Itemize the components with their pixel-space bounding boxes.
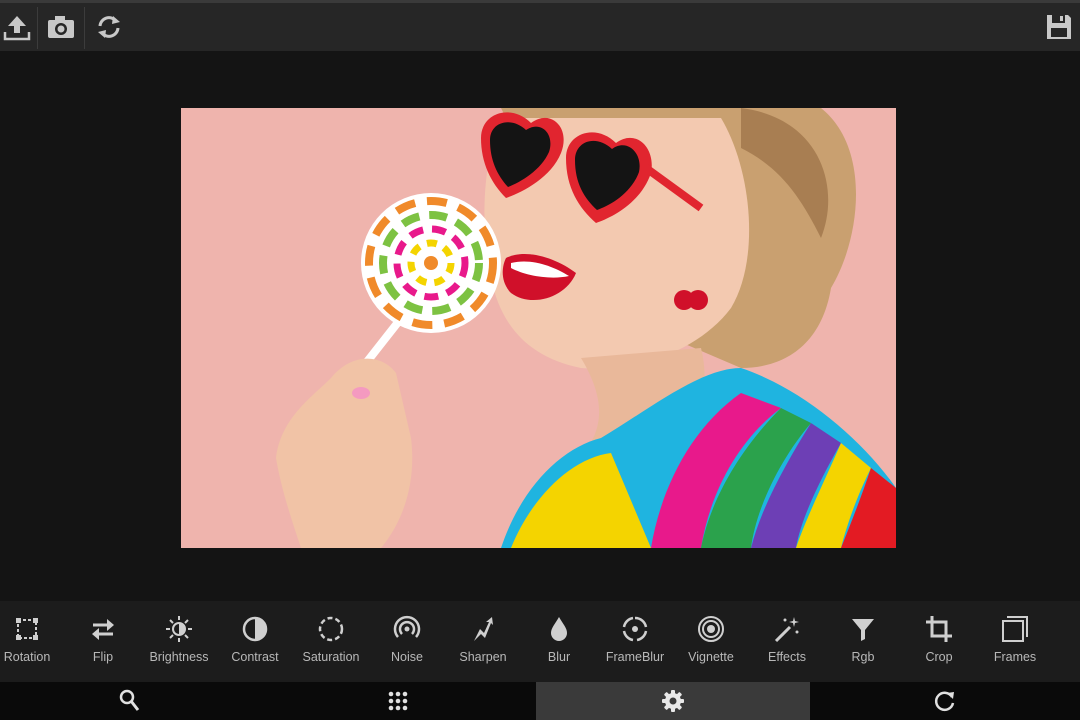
grid-icon [388, 691, 408, 711]
rgb-icon [852, 619, 874, 641]
nav-grid[interactable] [260, 682, 536, 720]
contrast-icon [242, 616, 268, 642]
tool-flip[interactable]: Flip [65, 601, 141, 682]
bottom-nav [0, 682, 1080, 720]
tool-brightness[interactable]: Brightness [141, 601, 217, 682]
refresh-button[interactable] [86, 3, 132, 51]
tool-label: Flip [92, 650, 114, 664]
flip-icon [92, 619, 114, 640]
upload-icon [3, 16, 31, 41]
camera-button[interactable] [38, 3, 84, 51]
tool-label: Te [1047, 650, 1080, 664]
noise-icon [393, 615, 421, 638]
search-icon [119, 689, 140, 711]
edited-photo[interactable] [181, 108, 896, 548]
top-toolbar [0, 0, 1080, 51]
effects-icon [774, 617, 799, 643]
vignette-icon [698, 616, 724, 642]
sharpen-icon [474, 617, 493, 641]
tool-blur[interactable]: Blur [521, 601, 597, 682]
tool-label: Contrast [231, 650, 279, 664]
tool-rotation[interactable]: Rotation [0, 601, 65, 682]
tool-label: Vignette [688, 650, 734, 664]
tool-text[interactable]: Te [1053, 601, 1080, 682]
tool-sharpen[interactable]: Sharpen [445, 601, 521, 682]
tool-strip: Rotation Flip Brightness Contrast Satura… [0, 601, 1080, 682]
nav-settings[interactable] [536, 682, 810, 720]
tool-frameblur[interactable]: FrameBlur [597, 601, 673, 682]
camera-icon [48, 16, 74, 38]
tool-label: Effects [768, 650, 806, 664]
tool-saturation[interactable]: Saturation [293, 601, 369, 682]
settings-icon [662, 690, 684, 712]
tool-vignette[interactable]: Vignette [673, 601, 749, 682]
tool-label: Brightness [149, 650, 209, 664]
frames-icon [1002, 616, 1028, 642]
blur-icon [551, 617, 567, 641]
save-icon [1047, 15, 1071, 39]
tool-label: Blur [547, 650, 571, 664]
nav-rotate[interactable] [810, 682, 1080, 720]
nav-search[interactable] [0, 682, 260, 720]
tool-label: Saturation [302, 650, 360, 664]
refresh-icon [98, 16, 120, 38]
tool-crop[interactable]: Crop [901, 601, 977, 682]
tool-contrast[interactable]: Contrast [217, 601, 293, 682]
photo-illustration [181, 108, 896, 548]
tool-label: Crop [925, 650, 953, 664]
tool-noise[interactable]: Noise [369, 601, 445, 682]
crop-icon [926, 616, 952, 642]
tool-label: Sharpen [459, 650, 507, 664]
saturation-icon [318, 616, 344, 642]
brightness-icon [166, 616, 192, 642]
tool-label: FrameBlur [605, 650, 665, 664]
tool-frames[interactable]: Frames [977, 601, 1053, 682]
frameblur-icon [622, 616, 648, 642]
tool-label: Noise [391, 650, 423, 664]
tool-rgb[interactable]: Rgb [825, 601, 901, 682]
rotate-icon [934, 691, 955, 712]
tool-effects[interactable]: Effects [749, 601, 825, 682]
save-button[interactable] [1036, 3, 1080, 51]
tool-label: Frames [993, 650, 1037, 664]
tool-label: Rgb [851, 650, 875, 664]
rotation-icon [16, 618, 38, 640]
upload-button[interactable] [0, 3, 40, 51]
